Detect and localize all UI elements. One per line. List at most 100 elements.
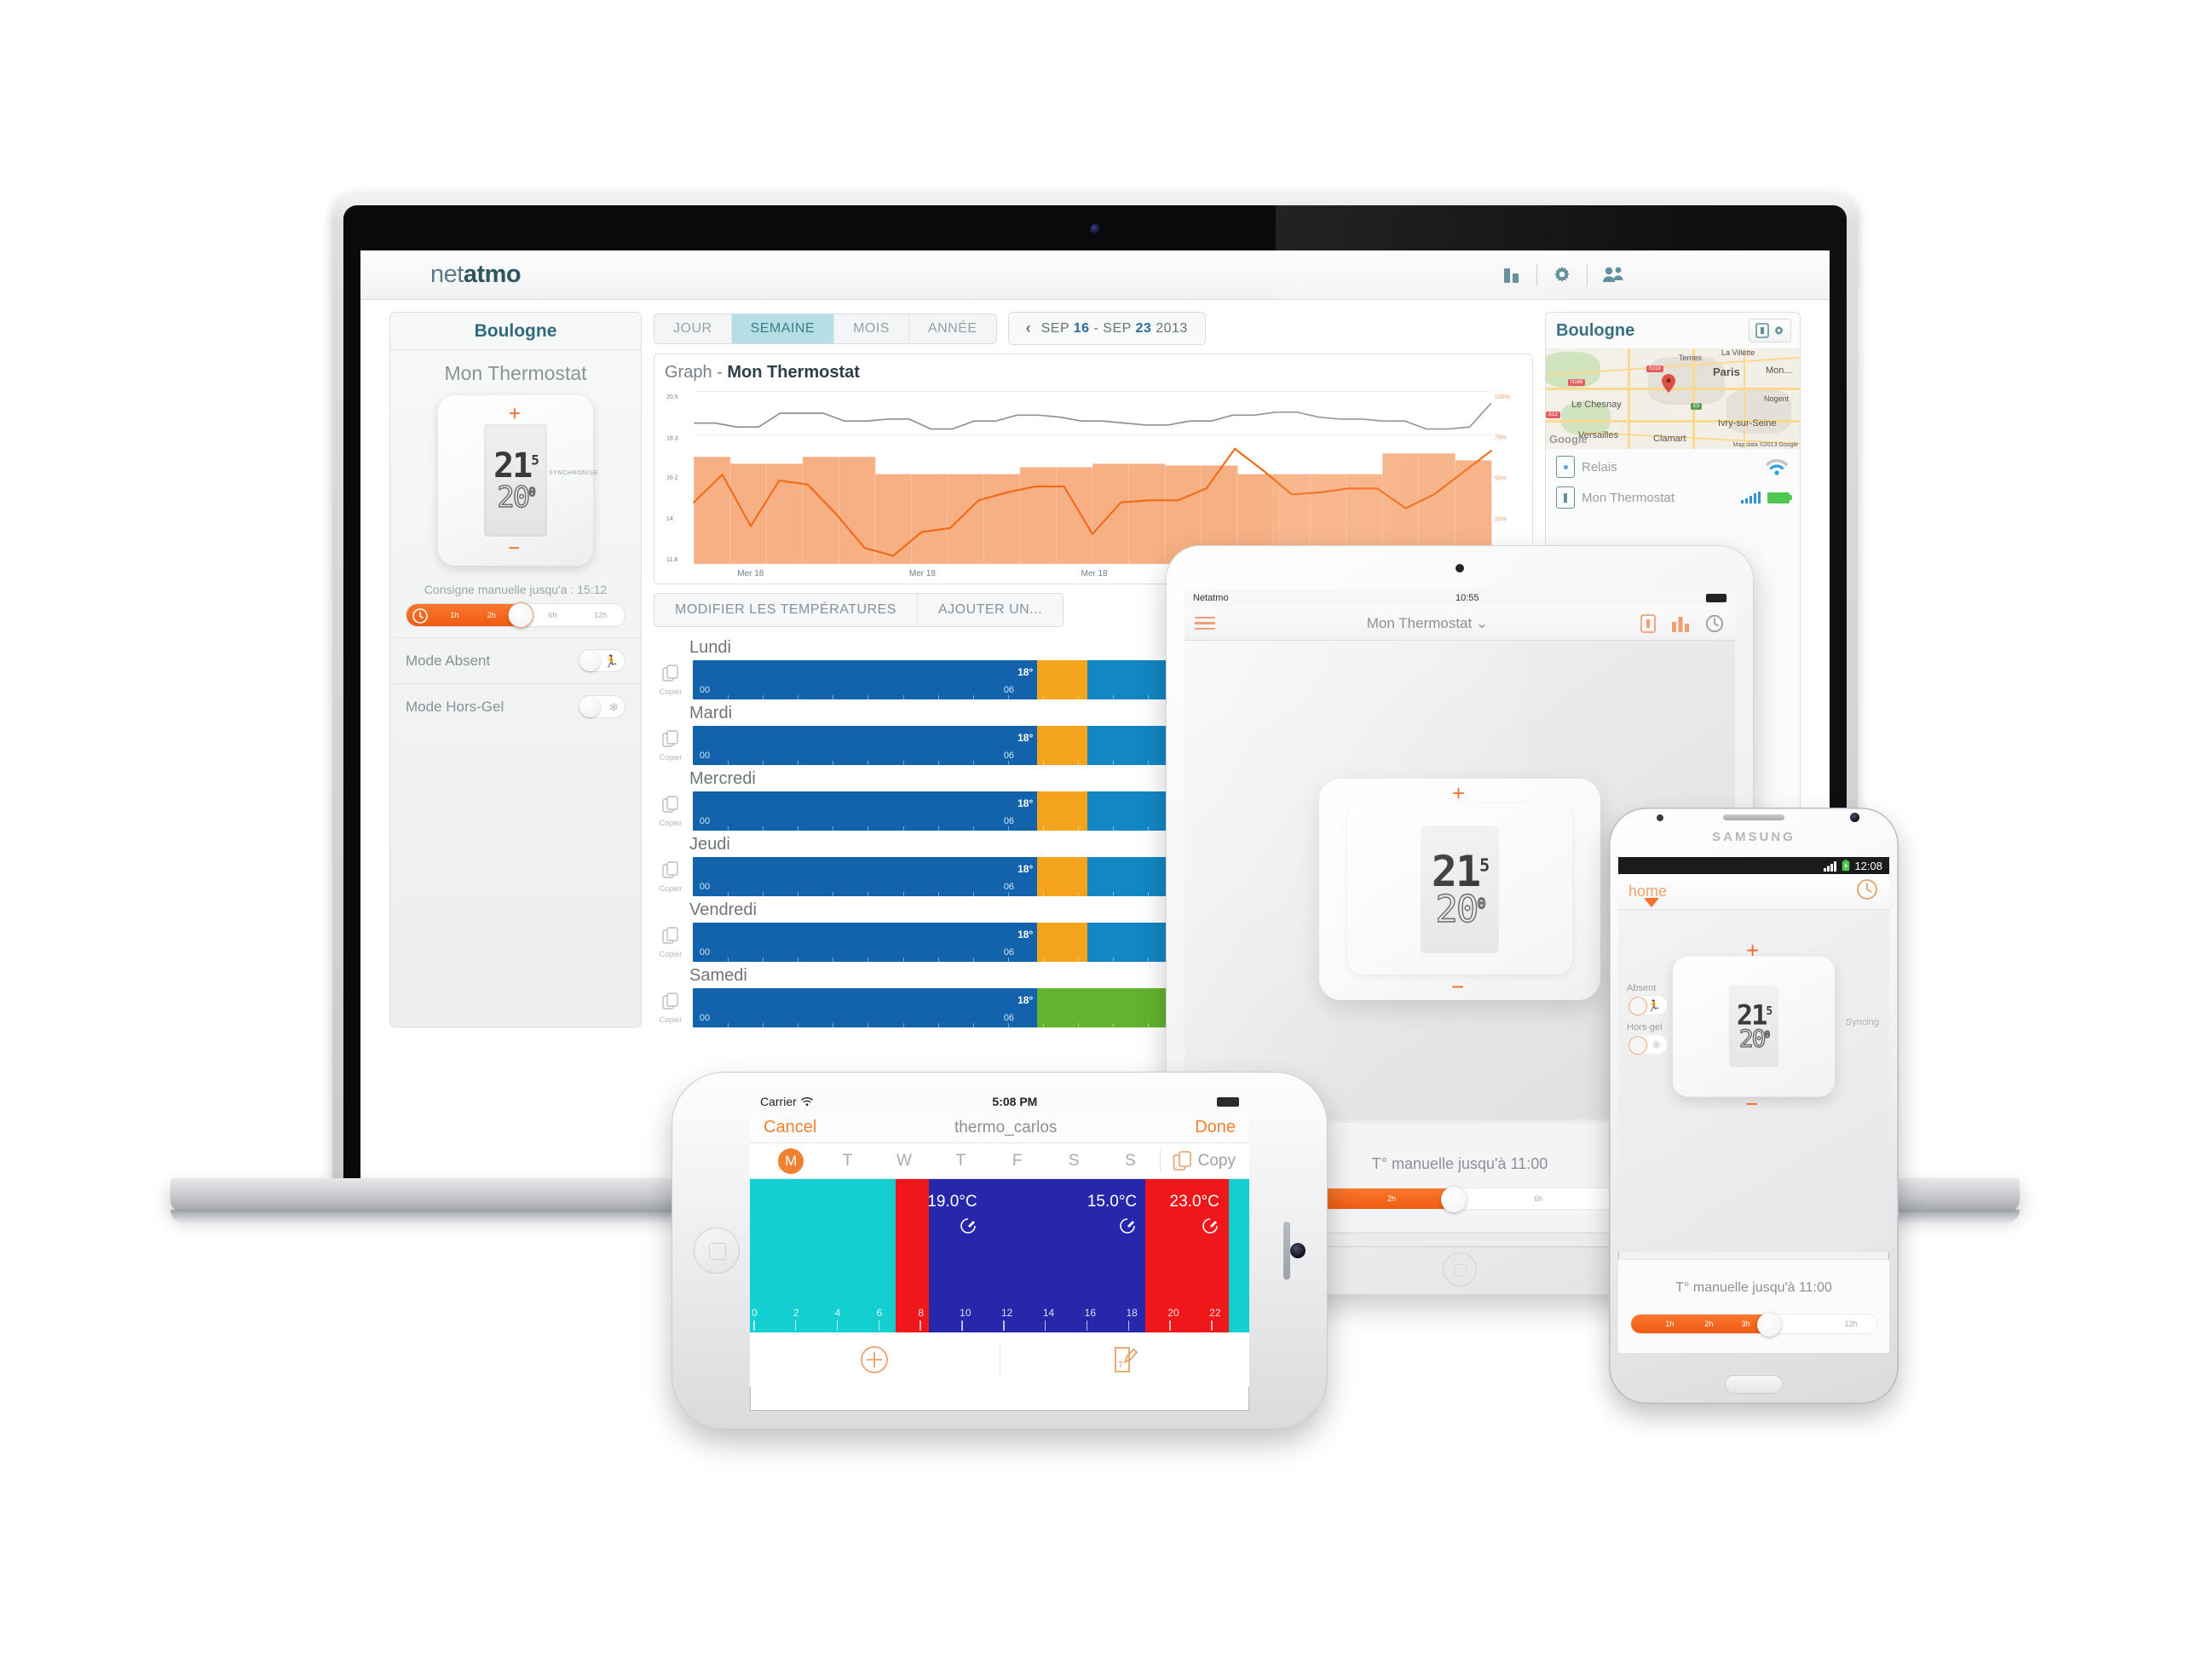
copy-day-button[interactable]: Copier <box>654 729 688 762</box>
edit-pencil-icon[interactable] <box>1201 1217 1219 1240</box>
schedule-block-night[interactable] <box>693 923 1038 962</box>
toggle-absent[interactable]: 🏃 <box>1627 995 1668 1015</box>
increase-temp-button[interactable]: + <box>509 404 521 424</box>
date-range-nav: ‹ SEP 16 - SEP 23 2013 <box>1007 312 1206 345</box>
schedule-block-night[interactable] <box>693 791 1038 831</box>
decrease-temp-button[interactable]: − <box>1451 974 1464 1000</box>
toggle-hors-gel[interactable]: ❄ <box>1627 1034 1668 1055</box>
decrease-temp-button[interactable]: − <box>508 538 520 559</box>
done-button[interactable]: Done <box>1195 1118 1236 1137</box>
slider-knob[interactable] <box>508 602 534 628</box>
netatmo-logo[interactable]: netatmo <box>430 261 522 289</box>
decrease-temp-button[interactable]: − <box>1745 1090 1758 1117</box>
day-button-3[interactable]: T <box>933 1152 988 1171</box>
tab-jour[interactable]: JOUR <box>654 314 732 343</box>
add-block-button[interactable] <box>750 1343 1000 1376</box>
sidebar-title: Boulogne <box>390 321 641 350</box>
location-title: Boulogne <box>1556 320 1635 340</box>
map-label-le-chesnay: Le Chesnay <box>1571 400 1622 410</box>
road-label-n186: N186 <box>1568 379 1586 386</box>
tab-annee[interactable]: ANNÉE <box>909 314 996 343</box>
android-control-panel: T° manuelle jusqu'à 11:00 1h 2h 3h 12h <box>1618 1259 1889 1353</box>
device-row-thermostat[interactable]: Mon Thermostat <box>1546 480 1800 519</box>
thermostat-device[interactable]: + 215 200 − SYNCHRONISE <box>438 395 597 566</box>
schedule-block-night[interactable] <box>693 726 1038 765</box>
schedule-block-morning[interactable] <box>1037 791 1088 831</box>
battery-full-icon <box>1217 1096 1239 1107</box>
hour-tick <box>1003 1320 1005 1331</box>
battery-icon <box>1767 492 1792 503</box>
increase-temp-button[interactable]: + <box>1452 780 1465 807</box>
chart-bars-icon[interactable] <box>1670 613 1691 634</box>
add-program-button[interactable]: AJOUTER UN... <box>918 594 1063 626</box>
android-thermostat-widget[interactable]: + 215 200 − <box>1673 937 1835 1116</box>
increase-temp-button[interactable]: + <box>1746 937 1759 964</box>
slider-knob[interactable] <box>1440 1187 1467 1212</box>
setpoint-value: 215 <box>1431 846 1490 896</box>
schedule-block-morning[interactable] <box>1037 857 1088 896</box>
copy-icon <box>662 992 678 1010</box>
map-pin-icon <box>1662 374 1675 393</box>
device-row-relais[interactable]: Relais <box>1546 449 1800 480</box>
current-temp-value: 200 <box>497 480 537 515</box>
location-settings-button[interactable] <box>1749 319 1791 342</box>
schedule-block-night[interactable] <box>693 988 1038 1027</box>
copy-day-button[interactable]: Copier <box>654 926 688 958</box>
gear-icon[interactable] <box>1551 264 1573 286</box>
thermostat-icon[interactable] <box>1640 613 1657 634</box>
copy-day-button[interactable]: Copier <box>654 992 688 1024</box>
hamburger-icon[interactable] <box>1195 613 1215 634</box>
day-button-5[interactable]: S <box>1046 1152 1101 1171</box>
mode-row-absent[interactable]: Mode Absent 🏃 <box>390 637 641 683</box>
schedule-block-night[interactable] <box>693 857 1038 896</box>
tablet-home-button[interactable] <box>1443 1252 1477 1286</box>
edit-pencil-icon[interactable] <box>1118 1217 1137 1240</box>
copy-day-button[interactable]: Copier <box>654 795 688 827</box>
hour-tick <box>1211 1320 1213 1331</box>
manual-duration-slider-row: 1h 2h 6h 12h <box>390 602 641 637</box>
mode-absent-toggle[interactable]: 🏃 <box>578 649 625 672</box>
day-button-1[interactable]: T <box>820 1152 874 1171</box>
phone-schedule-timeline[interactable]: 19.0°C15.0°C23.0°C024681012141618202224 <box>750 1179 1249 1332</box>
prev-period-button[interactable]: ‹ <box>1026 319 1031 337</box>
android-sync-status: Syncing <box>1845 1017 1879 1027</box>
android-home-button[interactable] <box>1725 1375 1783 1394</box>
users-share-icon[interactable] <box>1601 264 1625 286</box>
mode-row-hors-gel[interactable]: Mode Hors-Gel ❄ <box>390 683 641 729</box>
schedule-block-morning[interactable] <box>1037 923 1088 962</box>
copy-day-button[interactable]: Copier <box>654 664 688 696</box>
phone-home-button[interactable] <box>694 1228 740 1274</box>
day-button-2[interactable]: W <box>877 1152 931 1171</box>
sidebar-device-name: Mon Thermostat <box>444 362 587 384</box>
tablet-title[interactable]: Mon Thermostat ⌄ <box>1215 615 1640 632</box>
tablet-thermostat-widget[interactable]: + 215 200 − <box>1319 779 1600 1001</box>
day-button-0[interactable]: M <box>764 1148 818 1174</box>
copy-day-button[interactable]: Copier <box>654 860 688 893</box>
day-button-6[interactable]: S <box>1103 1152 1157 1171</box>
android-speaker <box>1723 814 1784 820</box>
location-map[interactable]: N186 N118 A12 E5 Ternes La Villette Pari… <box>1546 348 1800 449</box>
graph-plot-area[interactable]: 20.5 18.3 16.2 14 11.8 100% 75% 50% 25% <box>665 386 1522 567</box>
android-duration-slider[interactable]: 1h 2h 3h 12h <box>1630 1313 1877 1337</box>
svg-text:14: 14 <box>666 516 673 522</box>
map-label-paris: Paris <box>1713 365 1740 378</box>
edit-pencil-icon[interactable] <box>959 1217 977 1240</box>
history-button[interactable] <box>1855 877 1879 906</box>
mode-hors-gel-toggle[interactable]: ❄ <box>578 695 625 718</box>
chart-bars-icon[interactable] <box>1501 264 1523 286</box>
slider-knob[interactable] <box>1757 1313 1782 1337</box>
hour-tick <box>878 1320 879 1331</box>
copy-button[interactable]: Copy <box>1159 1149 1236 1172</box>
tab-semaine[interactable]: SEMAINE <box>731 314 835 343</box>
hour-label: 12 <box>1001 1307 1013 1319</box>
day-button-4[interactable]: F <box>990 1152 1045 1171</box>
schedule-block-night[interactable] <box>693 660 1038 699</box>
cancel-button[interactable]: Cancel <box>764 1118 816 1137</box>
tab-mois[interactable]: MOIS <box>834 314 909 343</box>
schedule-block-morning[interactable] <box>1037 726 1088 765</box>
schedule-block-morning[interactable] <box>1037 660 1088 699</box>
clock-history-icon[interactable] <box>1704 613 1725 634</box>
manual-duration-slider[interactable]: 1h 2h 6h 12h <box>406 602 625 628</box>
edit-temperature-button[interactable]: T° <box>1000 1343 1250 1376</box>
modify-temperatures-button[interactable]: MODIFIER LES TEMPÉRATURES <box>654 594 918 626</box>
